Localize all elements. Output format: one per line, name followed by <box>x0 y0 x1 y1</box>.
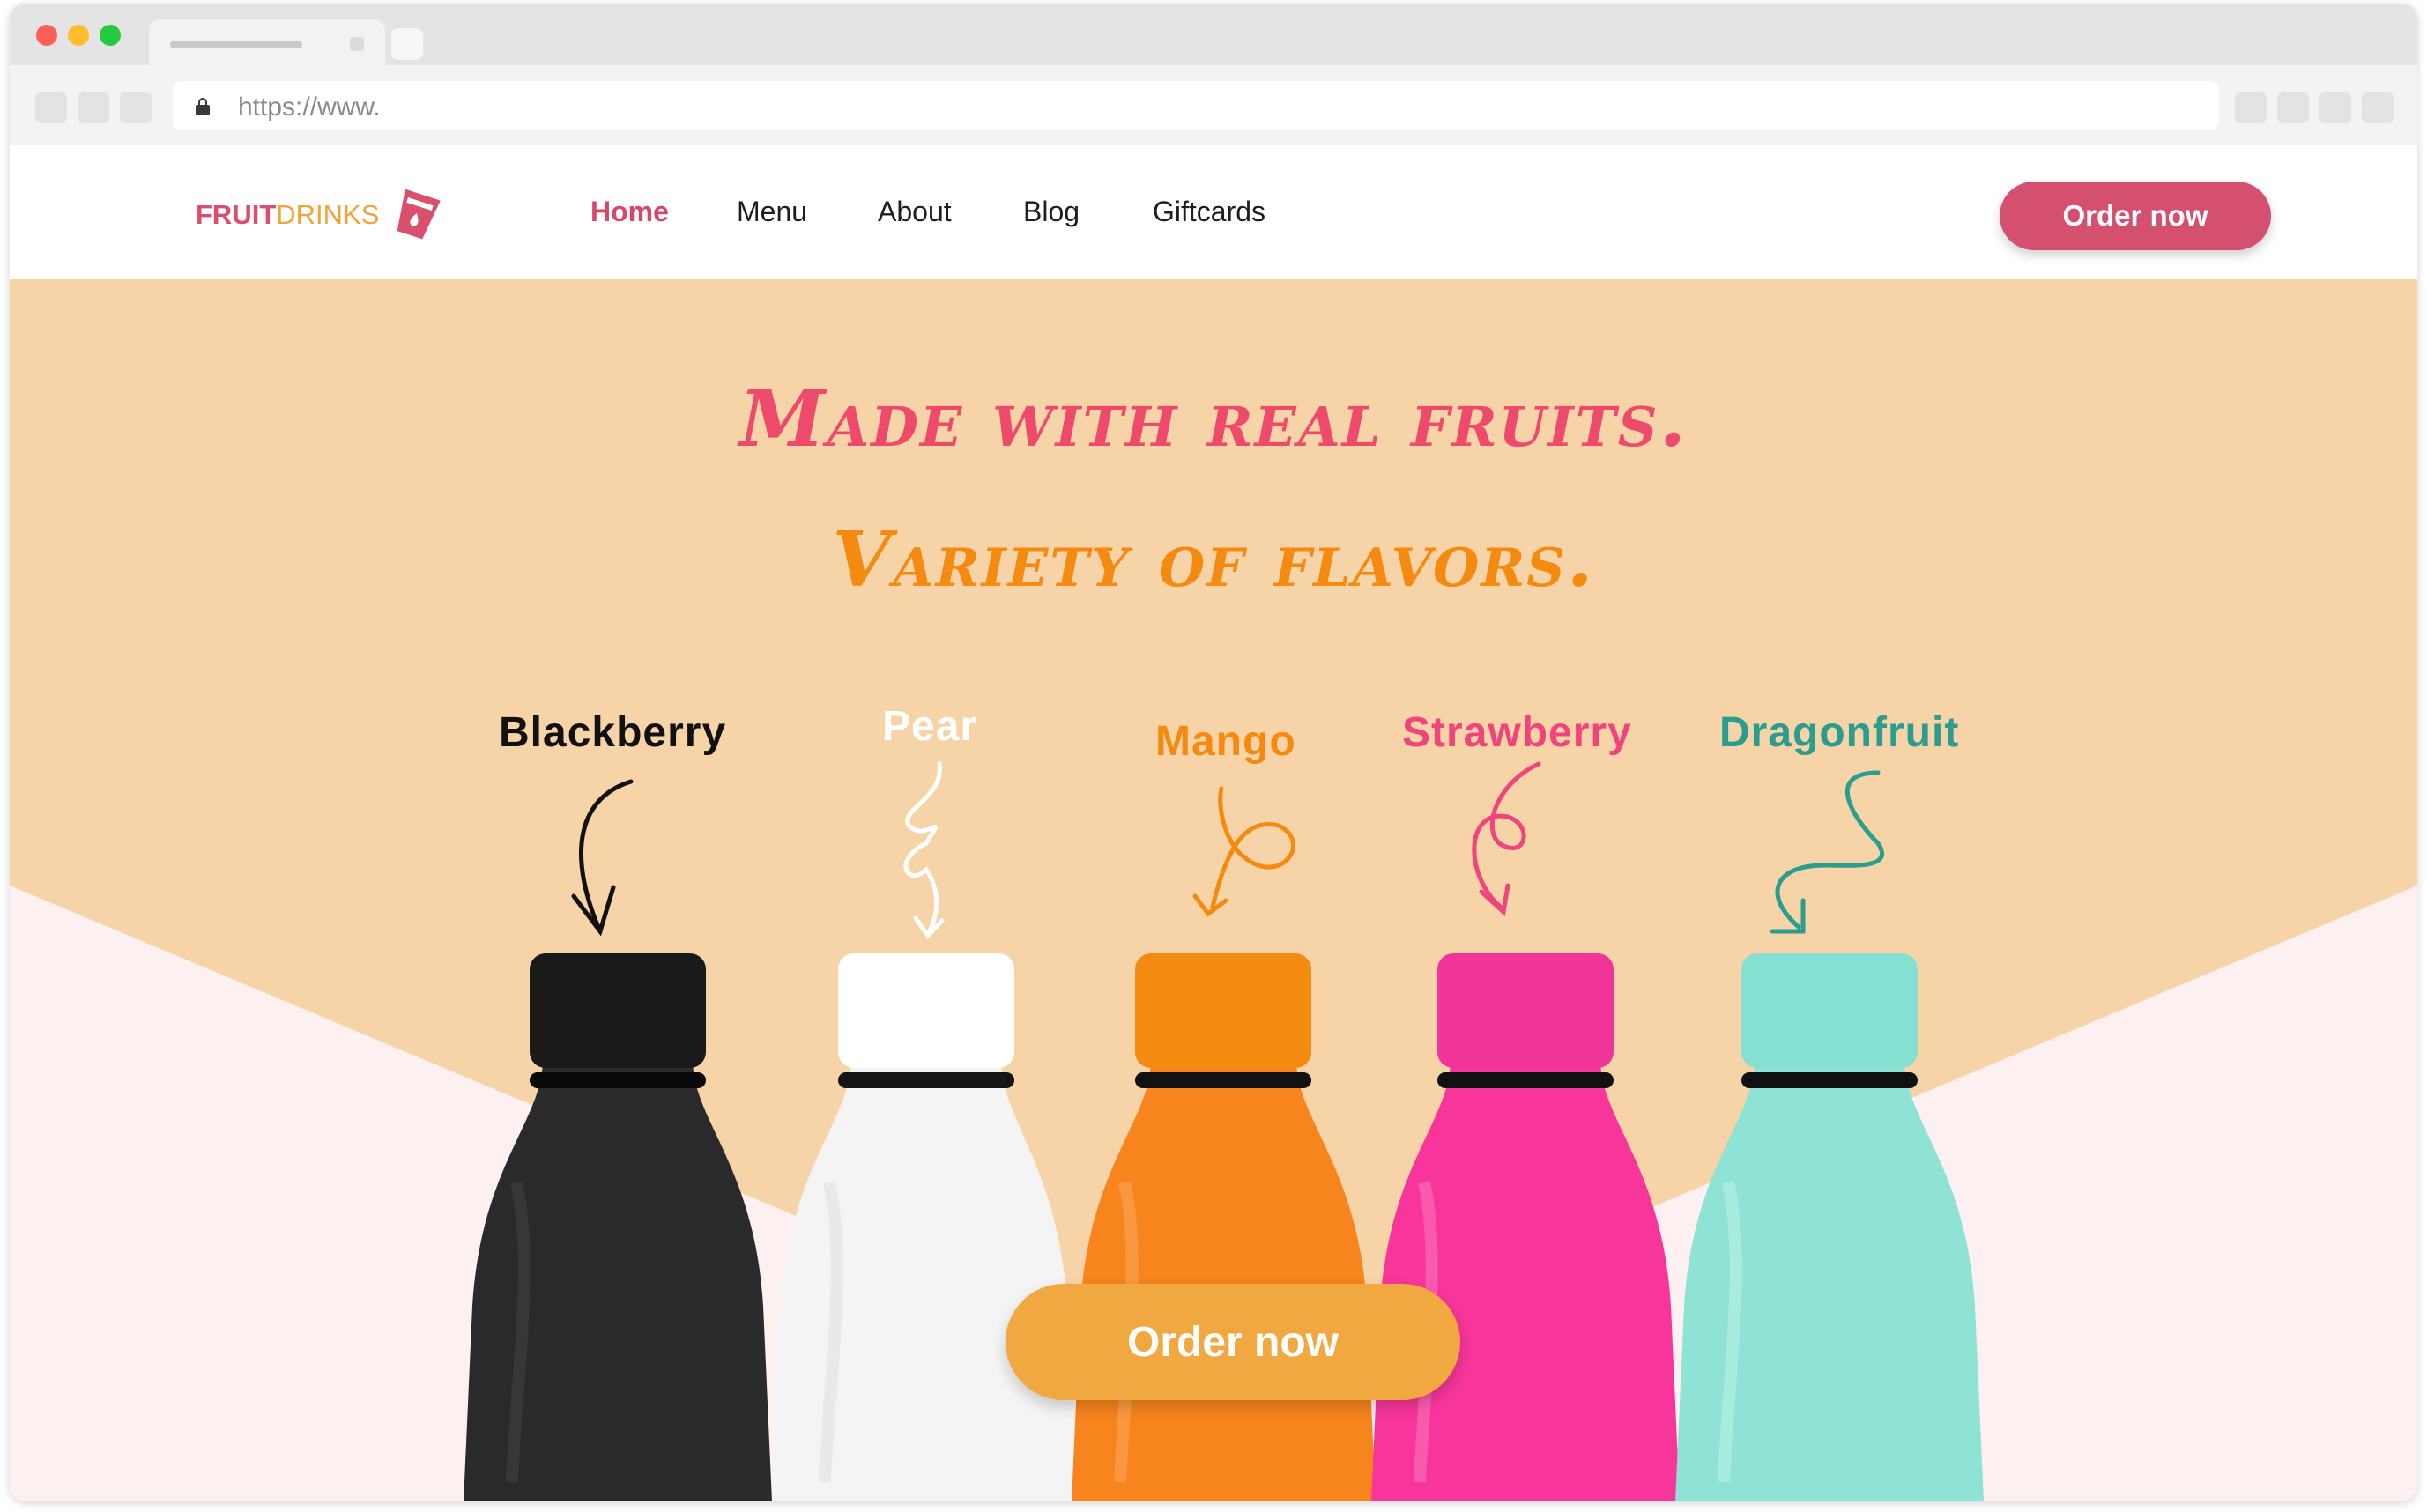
site-header: FRUITDRINKS Home Menu About Blog Giftcar… <box>10 145 2417 279</box>
back-button[interactable] <box>35 92 67 123</box>
forward-button[interactable] <box>78 92 109 123</box>
extension-button[interactable] <box>2235 92 2267 123</box>
menu-button[interactable] <box>2362 92 2394 123</box>
browser-toolbar: https://www. <box>10 65 2417 145</box>
drink-cup-icon <box>397 189 441 240</box>
headline-variety: Variety of flavors. <box>832 515 1595 604</box>
nav-giftcards[interactable]: Giftcards <box>1153 196 1265 228</box>
nav-menu[interactable]: Menu <box>737 196 807 228</box>
headline-real-fruits: Made with real fruits. <box>738 373 1689 464</box>
bottle-mango <box>1072 953 1376 1501</box>
bottle-pear <box>772 953 1076 1501</box>
flavor-label-pear: Pear <box>882 703 978 750</box>
order-now-hero-button[interactable]: Order now <box>1006 1284 1460 1400</box>
bottle-strawberry <box>1371 953 1680 1501</box>
minimize-window-icon[interactable] <box>68 25 89 46</box>
maximize-window-icon[interactable] <box>100 25 121 46</box>
bottle-dragonfruit <box>1675 953 1984 1501</box>
order-now-header-button[interactable]: Order now <box>2000 182 2271 250</box>
flavor-label-mango: Mango <box>1155 718 1296 765</box>
extension-button[interactable] <box>2277 92 2309 123</box>
nav-blog[interactable]: Blog <box>1023 196 1080 228</box>
nav-about[interactable]: About <box>878 196 952 228</box>
logo-text: FRUITDRINKS <box>196 199 380 230</box>
flavor-label-strawberry: Strawberry <box>1402 709 1632 756</box>
lock-icon <box>196 98 210 115</box>
url-text: https://www. <box>238 93 381 122</box>
extension-button[interactable] <box>2319 92 2351 123</box>
tab-close-icon[interactable] <box>350 37 364 51</box>
nav-home[interactable]: Home <box>590 196 669 228</box>
reload-button[interactable] <box>120 92 152 123</box>
bottle-blackberry <box>464 953 772 1501</box>
flavor-label-blackberry: Blackberry <box>499 709 727 756</box>
browser-tab[interactable] <box>149 19 385 67</box>
hero-section: Made with real fruits. Variety of flavor… <box>10 279 2417 1501</box>
browser-titlebar <box>10 4 2417 67</box>
close-window-icon[interactable] <box>36 25 57 46</box>
tab-title-placeholder <box>170 41 302 48</box>
new-tab-button[interactable] <box>391 28 423 60</box>
address-bar[interactable]: https://www. <box>173 81 2219 130</box>
browser-window: https://www. FRUITDRINKS Home Menu About… <box>10 4 2417 1501</box>
flavor-label-dragonfruit: Dragonfruit <box>1719 709 1960 756</box>
